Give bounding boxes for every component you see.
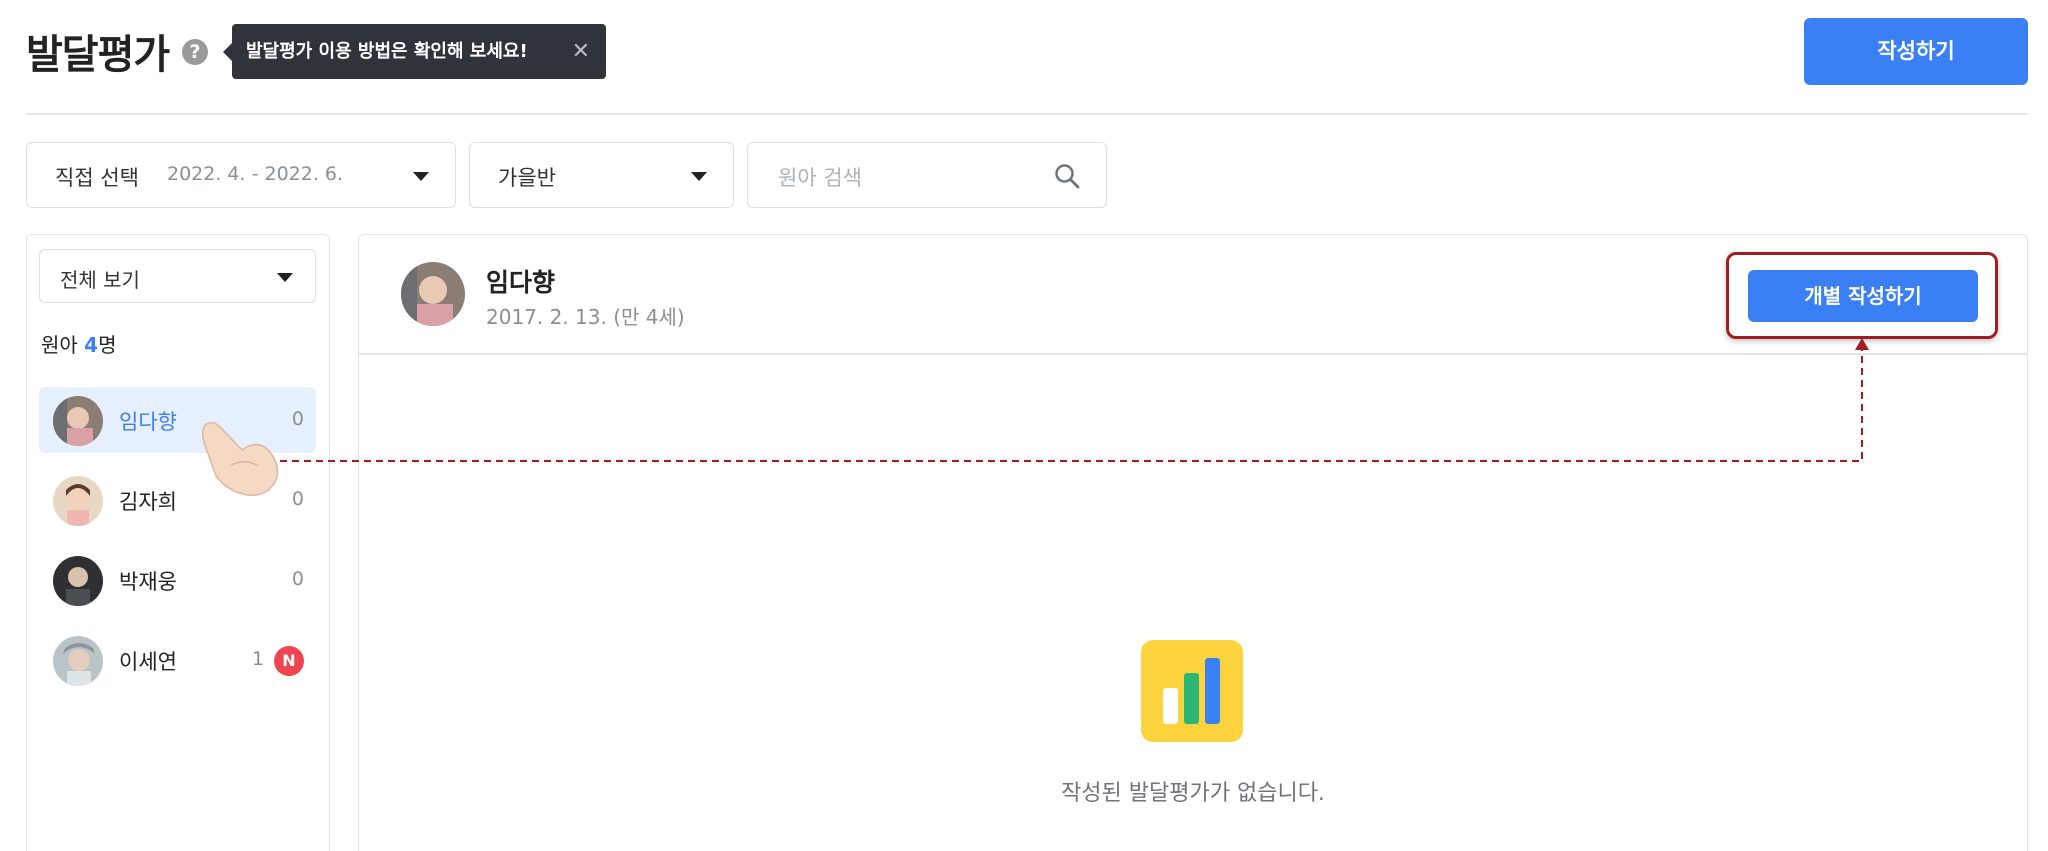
question-circle-icon[interactable]: ?: [182, 39, 208, 65]
child-name: 박재웅: [119, 570, 177, 594]
page-title: 발달평가: [26, 32, 170, 78]
avatar: [53, 556, 103, 606]
profile-birthdate: 2017. 2. 13. (만 4세): [486, 305, 685, 329]
class-label: 가을반: [498, 166, 556, 190]
profile-divider: [359, 353, 2027, 355]
period-label: 직접 선택: [55, 166, 139, 190]
search-placeholder: 원아 검색: [778, 166, 862, 190]
period-range: 2022. 4. - 2022. 6.: [167, 163, 344, 185]
avatar: [401, 262, 465, 326]
child-name: 김자희: [119, 490, 177, 514]
period-select[interactable]: 직접 선택 2022. 4. - 2022. 6.: [26, 142, 456, 208]
header-divider: [26, 113, 2028, 115]
child-count-value: 4: [84, 333, 99, 357]
chevron-down-icon: [277, 273, 293, 282]
chevron-down-icon: [691, 172, 707, 181]
child-item[interactable]: 김자희 0: [39, 467, 316, 533]
child-list-panel: 전체 보기 원아 4명 임다향 0 김자희 0 박재웅 0 이세연 1 N: [26, 234, 330, 851]
avatar: [53, 396, 103, 446]
child-eval-count: 0: [291, 568, 304, 590]
avatar: [53, 476, 103, 526]
child-eval-count: 0: [291, 408, 304, 430]
evaluation-detail-panel: 임다향 2017. 2. 13. (만 4세) 개별 작성하기 작성된 발달평가…: [358, 234, 2028, 851]
avatar: [53, 636, 103, 686]
class-select[interactable]: 가을반: [469, 142, 734, 208]
create-button[interactable]: 작성하기: [1804, 18, 2028, 85]
close-icon[interactable]: ✕: [572, 24, 590, 79]
view-filter-label: 전체 보기: [60, 268, 140, 292]
empty-message: 작성된 발달평가가 없습니다.: [1061, 781, 1325, 806]
child-item[interactable]: 이세연 1 N: [39, 627, 316, 693]
profile-name: 임다향: [486, 268, 556, 297]
help-tooltip: 발달평가 이용 방법은 확인해 보세요! ✕: [223, 24, 606, 79]
search-icon[interactable]: [1052, 161, 1082, 191]
child-count-label: 원아: [41, 333, 78, 357]
child-count: 원아 4명: [41, 329, 117, 358]
individual-create-button[interactable]: 개별 작성하기: [1748, 270, 1978, 322]
child-item[interactable]: 박재웅 0: [39, 547, 316, 613]
chevron-down-icon: [413, 172, 429, 181]
child-name: 임다향: [119, 410, 177, 434]
child-eval-count: 1: [251, 648, 264, 670]
new-badge: N: [274, 646, 304, 676]
view-filter-select[interactable]: 전체 보기: [39, 249, 316, 303]
tooltip-text: 발달평가 이용 방법은 확인해 보세요!: [246, 41, 528, 62]
child-eval-count: 0: [291, 488, 304, 510]
child-item[interactable]: 임다향 0: [39, 387, 316, 453]
child-name: 이세연: [119, 650, 177, 674]
child-count-unit: 명: [98, 333, 117, 357]
search-input[interactable]: 원아 검색: [747, 142, 1107, 208]
bar-chart-icon: [1141, 640, 1243, 742]
